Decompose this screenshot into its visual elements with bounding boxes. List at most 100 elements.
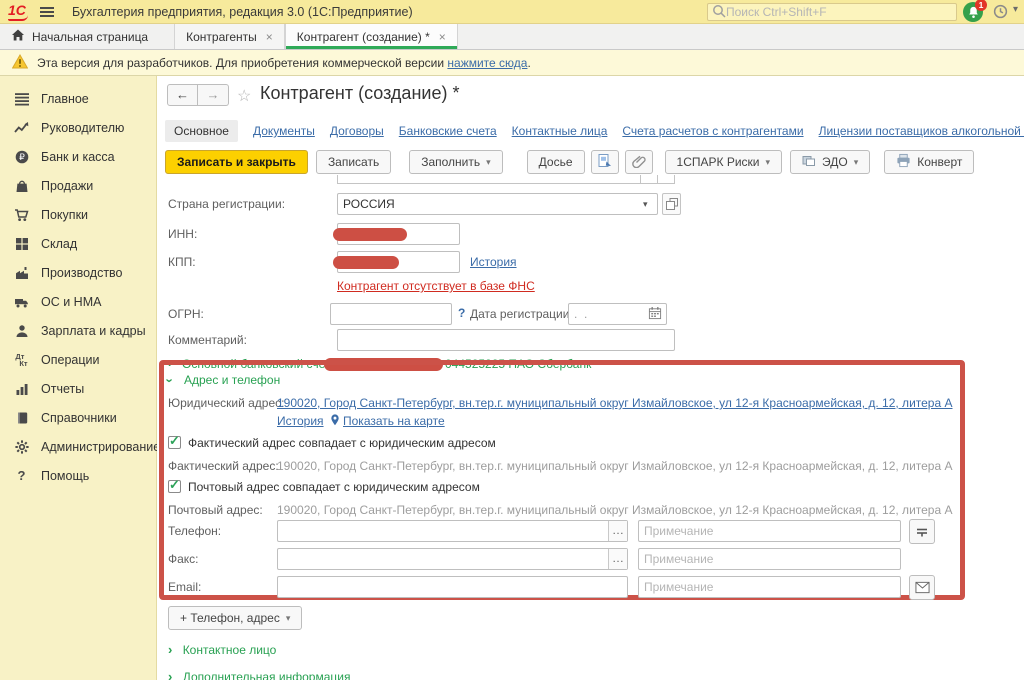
comment-input[interactable] [337, 329, 675, 351]
country-label: Страна регистрации: [168, 197, 285, 211]
tab-label: Контрагент (создание) * [297, 30, 430, 44]
fax-picker-button[interactable]: … [608, 549, 627, 569]
favorite-star-icon[interactable]: ☆ [237, 86, 251, 106]
sidebar-item-administrirovanie[interactable]: Администрирование [0, 432, 156, 461]
global-search[interactable] [707, 3, 957, 21]
envelope-print-button[interactable]: Конверт [884, 150, 974, 174]
top-bar: 1С Бухгалтерия предприятия, редакция 3.0… [0, 0, 1024, 24]
dossier-button[interactable]: Досье [527, 150, 585, 174]
phone-actions-button[interactable] [909, 519, 935, 544]
cropped-field [337, 175, 675, 184]
fact-equals-legal-checkbox[interactable]: ✓ [168, 436, 181, 449]
sidebar-item-pokupki[interactable]: Покупки [0, 200, 156, 229]
tab-dokumenty[interactable]: Документы [253, 124, 315, 138]
tab-dogovory[interactable]: Договоры [330, 124, 384, 138]
ruble-circle-icon: ₽ [14, 149, 29, 164]
ogrn-input[interactable] [330, 303, 452, 325]
email-note-input[interactable] [638, 576, 901, 598]
close-icon[interactable]: × [266, 30, 273, 44]
kpp-history-link[interactable]: История [470, 255, 517, 269]
sidebar-item-rukovoditelyu[interactable]: Руководителю [0, 113, 156, 142]
phone-input[interactable] [277, 520, 628, 542]
sidebar-item-pomosch[interactable]: ? Помощь [0, 461, 156, 490]
tab-home[interactable]: Начальная страница [0, 24, 174, 49]
warning-icon [12, 54, 28, 72]
tab-contact-persons[interactable]: Контактные лица [512, 124, 608, 138]
spark-risks-button[interactable]: 1СПАРК Риски▾ [665, 150, 783, 174]
sidebar-label: Справочники [41, 411, 117, 425]
tab-kontragenty[interactable]: Контрагенты × [174, 24, 285, 49]
sections-sidebar: Главное Руководителю ₽ Банк и касса Прод… [0, 76, 157, 680]
fact-equals-legal-label[interactable]: Фактический адрес совпадает с юридически… [188, 436, 496, 450]
send-email-button[interactable] [909, 575, 935, 600]
sidebar-item-zarplata-kadry[interactable]: Зарплата и кадры [0, 316, 156, 345]
chevron-down-icon[interactable]: ▾ [1013, 4, 1018, 15]
sidebar-item-proizvodstvo[interactable]: Производство [0, 258, 156, 287]
address-section-title[interactable]: Адрес и телефон [184, 373, 280, 387]
add-phone-address-button[interactable]: + Телефон, адрес▾ [168, 606, 302, 630]
home-icon [11, 28, 25, 45]
tab-osnovnoe[interactable]: Основное [165, 120, 238, 142]
sidebar-item-os-nma[interactable]: ОС и НМА [0, 287, 156, 316]
chevron-down-icon: ▾ [286, 613, 291, 624]
fill-button[interactable]: Заполнить▾ [409, 150, 502, 174]
sidebar-label: Администрирование [41, 440, 160, 454]
sidebar-label: ОС и НМА [41, 295, 101, 309]
attachments-button[interactable] [625, 150, 653, 174]
edo-button[interactable]: ЭДО▾ [790, 150, 870, 174]
contact-person-section[interactable]: › Контактное лицо [168, 642, 276, 657]
sidebar-item-prodazhi[interactable]: Продажи [0, 171, 156, 200]
help-icon[interactable]: ? [458, 306, 465, 320]
fax-input[interactable] [277, 548, 628, 570]
history-clock-icon[interactable] [993, 4, 1008, 19]
tab-settlement-accounts[interactable]: Счета расчетов с контрагентами [622, 124, 803, 138]
address-history-link[interactable]: История [277, 414, 324, 428]
sidebar-item-otchety[interactable]: Отчеты [0, 374, 156, 403]
forward-button[interactable]: → [198, 84, 229, 106]
app-window: 1С Бухгалтерия предприятия, редакция 3.0… [0, 0, 1024, 680]
sidebar-item-spravochniki[interactable]: Справочники [0, 403, 156, 432]
chevron-down-icon[interactable]: ▾ [643, 199, 648, 210]
calendar-icon[interactable] [648, 306, 662, 323]
tab-bank-accounts[interactable]: Банковские счета [399, 124, 497, 138]
main-bank-account-link[interactable]: Основной банковский счет: [182, 357, 334, 371]
app-title: Бухгалтерия предприятия, редакция 3.0 (1… [72, 5, 413, 19]
save-close-button[interactable]: Записать и закрыть [165, 150, 308, 174]
expander-chevron-icon[interactable]: › [168, 355, 172, 370]
comment-label: Комментарий: [168, 333, 247, 347]
close-icon[interactable]: × [439, 30, 446, 44]
email-input[interactable] [277, 576, 628, 598]
open-country-button[interactable] [662, 193, 681, 215]
search-input[interactable] [726, 5, 946, 19]
expander-chevron-icon[interactable]: › [163, 378, 178, 382]
dossier-spark-button[interactable] [591, 150, 619, 174]
fns-absent-link[interactable]: Контрагент отсутствует в базе ФНС [337, 279, 535, 293]
phone-note-input[interactable] [638, 520, 901, 542]
tab-alcohol-licenses[interactable]: Лицензии поставщиков алкогольной продукц… [819, 124, 1024, 138]
legal-address-link[interactable]: 190020, Город Санкт-Петербург, вн.тер.г.… [277, 396, 953, 410]
map-pin-icon[interactable] [329, 413, 341, 430]
post-equals-legal-checkbox[interactable]: ✓ [168, 480, 181, 493]
country-input[interactable] [337, 193, 658, 215]
truck-icon [14, 294, 29, 309]
sidebar-item-operacii[interactable]: ДтКт Операции [0, 345, 156, 374]
phone-field: … [277, 520, 628, 542]
back-button[interactable]: ← [167, 84, 198, 106]
fact-address-label: Фактический адрес: [168, 459, 279, 473]
chevron-down-icon: ▾ [766, 157, 771, 168]
main-menu-icon[interactable] [40, 5, 54, 19]
printer-icon [896, 153, 911, 171]
tab-kontragent-create[interactable]: Контрагент (создание) * × [285, 24, 458, 49]
fax-field: … [277, 548, 628, 570]
additional-info-section[interactable]: › Дополнительная информация [168, 669, 350, 680]
phone-picker-button[interactable]: … [608, 521, 627, 541]
buy-version-link[interactable]: нажмите сюда [447, 56, 527, 70]
sidebar-item-sklad[interactable]: Склад [0, 229, 156, 258]
edo-icon [802, 154, 816, 170]
sidebar-item-bank-kassa[interactable]: ₽ Банк и касса [0, 142, 156, 171]
fax-note-input[interactable] [638, 548, 901, 570]
post-equals-legal-label[interactable]: Почтовый адрес совпадает с юридическим а… [188, 480, 480, 494]
show-on-map-link[interactable]: Показать на карте [343, 414, 445, 428]
sidebar-item-glavnoe[interactable]: Главное [0, 84, 156, 113]
save-button[interactable]: Записать [316, 150, 391, 174]
